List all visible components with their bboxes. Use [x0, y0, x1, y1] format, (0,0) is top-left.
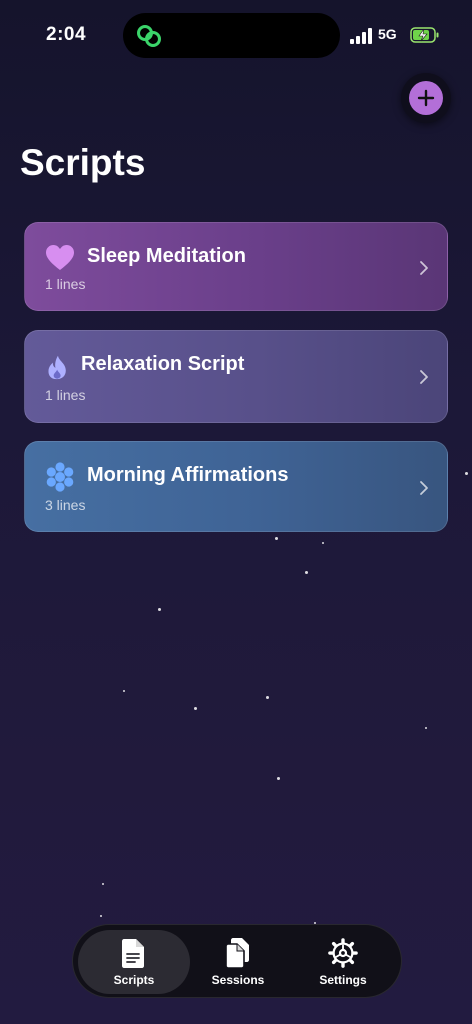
tab-label: Settings: [319, 973, 367, 987]
tab-settings[interactable]: Settings: [288, 930, 398, 994]
script-line-count: 1 lines: [45, 276, 86, 292]
document-icon: [122, 939, 144, 968]
chevron-right-icon: [420, 481, 428, 495]
plus-icon: [417, 89, 435, 107]
battery-charging-icon: [410, 27, 439, 43]
dynamic-island: [123, 13, 340, 58]
heart-icon: [46, 245, 74, 270]
script-title: Relaxation Script: [81, 353, 245, 375]
status-time: 2:04: [46, 24, 87, 45]
network-type: 5G: [378, 26, 397, 42]
tab-label: Scripts: [113, 973, 155, 987]
script-card-relaxation-script[interactable]: Relaxation Script 1 lines: [24, 330, 448, 423]
add-button-circle: [409, 81, 443, 115]
chevron-right-icon: [420, 370, 428, 384]
tab-scripts[interactable]: Scripts: [78, 930, 190, 994]
tab-sessions[interactable]: Sessions: [183, 930, 293, 994]
link-rings-icon: [137, 25, 161, 47]
add-script-button[interactable]: [401, 73, 451, 123]
script-card-morning-affirmations[interactable]: Morning Affirmations 3 lines: [24, 441, 448, 532]
documents-stack-icon: [225, 938, 249, 969]
script-title: Sleep Meditation: [87, 245, 246, 267]
tab-label: Sessions: [211, 973, 265, 987]
tab-bar: Scripts Sessions Settings: [72, 924, 402, 998]
script-line-count: 3 lines: [45, 497, 86, 513]
page-title: Scripts: [20, 142, 146, 183]
chevron-right-icon: [420, 261, 428, 275]
cellular-signal-icon: [350, 28, 372, 44]
script-card-sleep-meditation[interactable]: Sleep Meditation 1 lines: [24, 222, 448, 311]
script-line-count: 1 lines: [45, 387, 86, 403]
flower-icon: [46, 462, 74, 492]
status-bar: 2:04 5G: [0, 0, 472, 70]
flame-icon: [48, 355, 66, 380]
script-title: Morning Affirmations: [87, 464, 289, 486]
gear-icon: [328, 938, 358, 968]
